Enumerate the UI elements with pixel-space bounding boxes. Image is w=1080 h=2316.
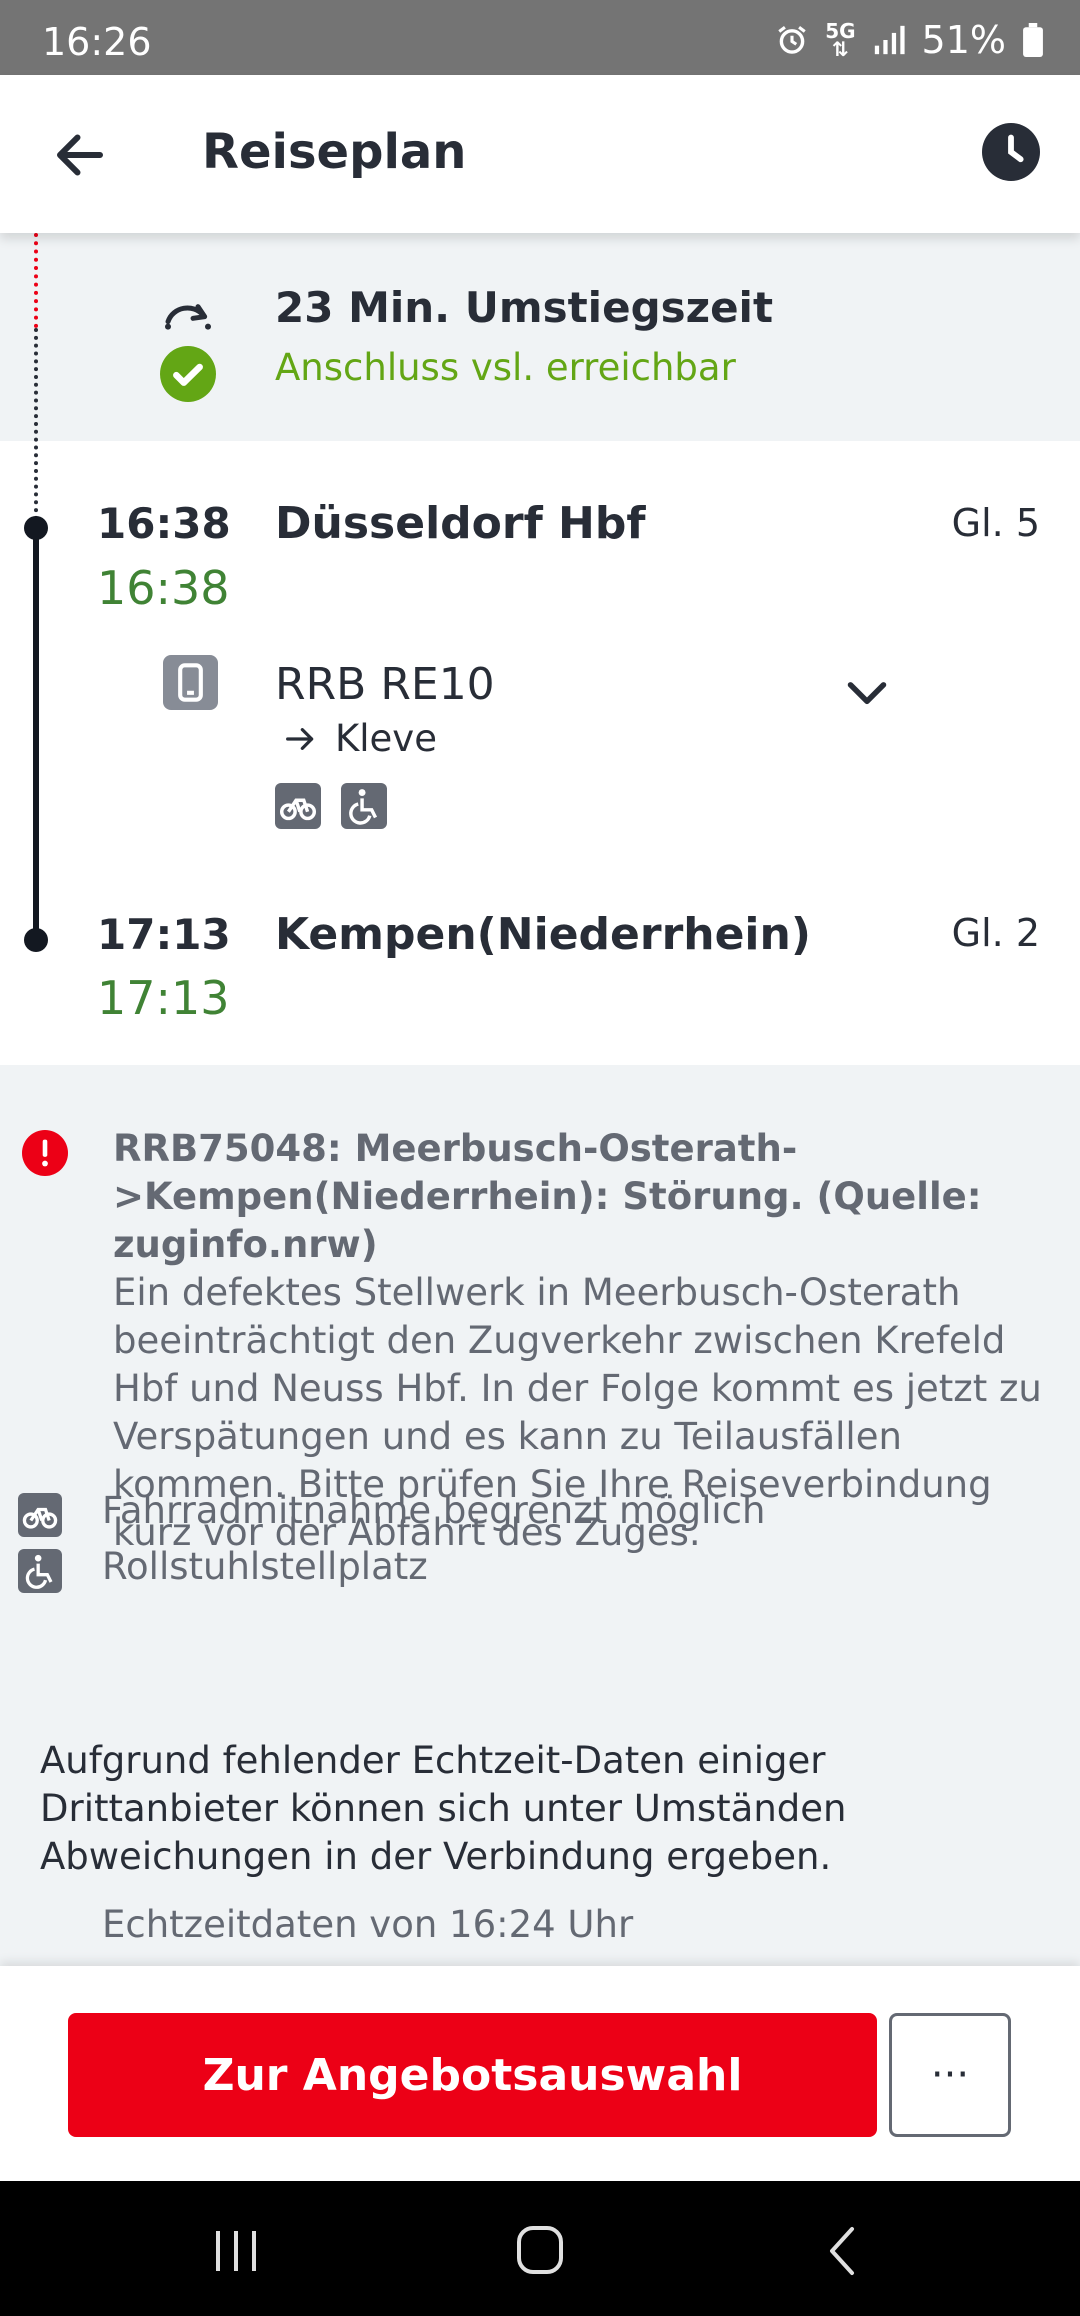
realtime-timestamp: Echtzeitdaten von 16:24 Uhr (102, 1903, 634, 1946)
page-title: Reiseplan (202, 124, 467, 180)
stop-name[interactable]: Kempen(Niederrhein) (275, 909, 811, 960)
stop-marker (24, 516, 48, 540)
feature-label: Fahrradmitnahme begrenzt möglich (102, 1489, 766, 1532)
warning-icon (22, 1130, 68, 1176)
alarm-icon (778, 26, 806, 54)
system-nav-bar (0, 2181, 1080, 2316)
offer-selection-button[interactable]: Zur Angebotsauswahl (68, 2013, 877, 2137)
stop-name[interactable]: Düsseldorf Hbf (275, 498, 646, 549)
info-section: RRB75048: Meerbusch-Osterath->Kempen(Nie… (0, 1065, 1080, 1966)
transfer-info: 23 Min. Umstiegszeit Anschluss vsl. erre… (0, 233, 1080, 441)
connection-status: Anschluss vsl. erreichbar (275, 346, 736, 389)
route-line-walk (34, 233, 38, 328)
realtime-disclaimer: Aufgrund fehlender Echtzeit-Daten einige… (40, 1739, 847, 1878)
transfer-time: 23 Min. Umstiegszeit (275, 283, 774, 332)
chevron-down-icon[interactable] (845, 679, 889, 709)
departure-time: 16:38 (97, 499, 231, 548)
arrival-time: 17:13 (97, 910, 231, 959)
more-options-button[interactable]: ··· (889, 2013, 1011, 2137)
recent-apps-icon[interactable] (212, 2229, 262, 2273)
bicycle-icon (275, 783, 321, 829)
route-line-train (33, 528, 39, 940)
check-icon (160, 346, 216, 402)
journey-content[interactable]: 23 Min. Umstiegszeit Anschluss vsl. erre… (0, 233, 1080, 1966)
arrow-left-icon[interactable] (50, 125, 110, 185)
route-line-transfer (34, 328, 38, 528)
home-icon[interactable] (516, 2225, 564, 2275)
bicycle-icon (18, 1493, 62, 1537)
train-name[interactable]: RRB RE10 (275, 659, 495, 710)
train-icon (163, 655, 218, 710)
action-bar: Zur Angebotsauswahl ··· (0, 1966, 1080, 2181)
arrival-realtime: 17:13 (97, 971, 230, 1025)
wheelchair-icon (341, 783, 387, 829)
train-direction: Kleve (285, 717, 437, 760)
arrow-right-icon (286, 727, 314, 750)
app-header: Reiseplan (0, 75, 1080, 233)
direction-label: Kleve (335, 717, 437, 760)
battery-percent: 51% (921, 18, 1006, 62)
transfer-icon (165, 304, 211, 330)
platform: Gl. 2 (951, 911, 1040, 955)
signal-icon (874, 25, 905, 55)
status-bar: 16:26 5G ⇅ 51% (0, 0, 1080, 75)
disruption-headline: RRB75048: Meerbusch-Osterath->Kempen(Nie… (113, 1127, 982, 1266)
back-nav-icon[interactable] (824, 2225, 860, 2277)
network-5g-icon: 5G ⇅ (825, 19, 856, 61)
departure-realtime: 16:38 (97, 561, 230, 615)
feature-label: Rollstuhlstellplatz (102, 1545, 428, 1588)
wheelchair-icon (18, 1549, 62, 1593)
status-time: 16:26 (42, 20, 152, 64)
stop-marker (24, 928, 48, 952)
clock-icon[interactable] (982, 123, 1040, 181)
battery-icon (1023, 23, 1043, 57)
platform: Gl. 5 (951, 501, 1040, 545)
